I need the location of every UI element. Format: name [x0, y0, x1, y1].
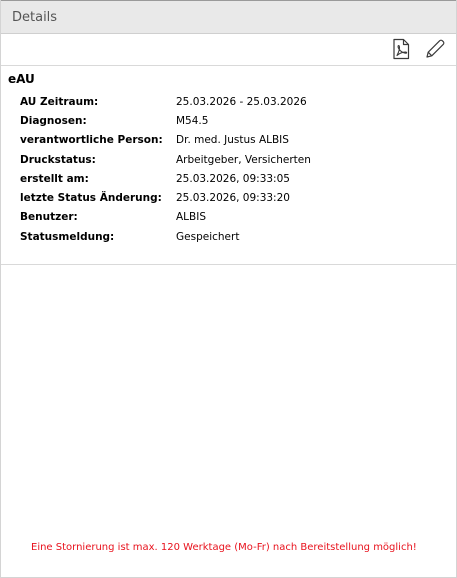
- panel-header: Details: [1, 0, 456, 34]
- detail-label: Statusmeldung:: [20, 230, 115, 243]
- detail-value: 25.03.2026 - 25.03.2026: [176, 95, 307, 108]
- panel-title: Details: [12, 10, 58, 25]
- detail-row-druckstatus: Druckstatus: Arbeitgeber, Versicherten: [20, 150, 450, 169]
- detail-row-au-zeitraum: AU Zeitraum: 25.03.2026 - 25.03.2026: [20, 92, 450, 111]
- section-title: eAU: [8, 72, 35, 86]
- detail-row-benutzer: Benutzer: ALBIS: [20, 208, 450, 227]
- detail-row-letzte-status-aenderung: letzte Status Änderung: 25.03.2026, 09:3…: [20, 188, 450, 207]
- detail-label: Diagnosen:: [20, 114, 87, 127]
- detail-value: Gespeichert: [176, 230, 240, 243]
- detail-row-diagnosen: Diagnosen: M54.5: [20, 111, 450, 130]
- detail-label: verantwortliche Person:: [20, 134, 163, 147]
- detail-label: letzte Status Änderung:: [20, 192, 162, 205]
- detail-value: Arbeitgeber, Versicherten: [176, 153, 311, 166]
- detail-row-verantwortliche-person: verantwortliche Person: Dr. med. Justus …: [20, 131, 450, 150]
- details-panel: Details eAU AU Zeitraum: 25.03.2026 - 25…: [0, 0, 457, 578]
- detail-value: 25.03.2026, 09:33:05: [176, 172, 290, 185]
- detail-label: AU Zeitraum:: [20, 95, 99, 108]
- detail-label: Benutzer:: [20, 211, 78, 224]
- detail-value: ALBIS: [176, 211, 206, 224]
- pdf-button[interactable]: [387, 35, 415, 63]
- toolbar: [1, 34, 456, 66]
- details-list: AU Zeitraum: 25.03.2026 - 25.03.2026 Dia…: [20, 92, 450, 246]
- detail-label: erstellt am:: [20, 172, 89, 185]
- eau-details-section: eAU AU Zeitraum: 25.03.2026 - 25.03.2026…: [1, 66, 456, 265]
- detail-row-statusmeldung: Statusmeldung: Gespeichert: [20, 227, 450, 246]
- pencil-edit-icon: [426, 39, 445, 58]
- detail-row-erstellt-am: erstellt am: 25.03.2026, 09:33:05: [20, 169, 450, 188]
- detail-value: M54.5: [176, 114, 209, 127]
- cancellation-notice: Eine Stornierung ist max. 120 Werktage (…: [31, 542, 417, 553]
- detail-value: Dr. med. Justus ALBIS: [176, 134, 289, 147]
- detail-value: 25.03.2026, 09:33:20: [176, 192, 290, 205]
- edit-button[interactable]: [421, 35, 449, 63]
- pdf-document-icon: [393, 38, 410, 60]
- detail-label: Druckstatus:: [20, 153, 96, 166]
